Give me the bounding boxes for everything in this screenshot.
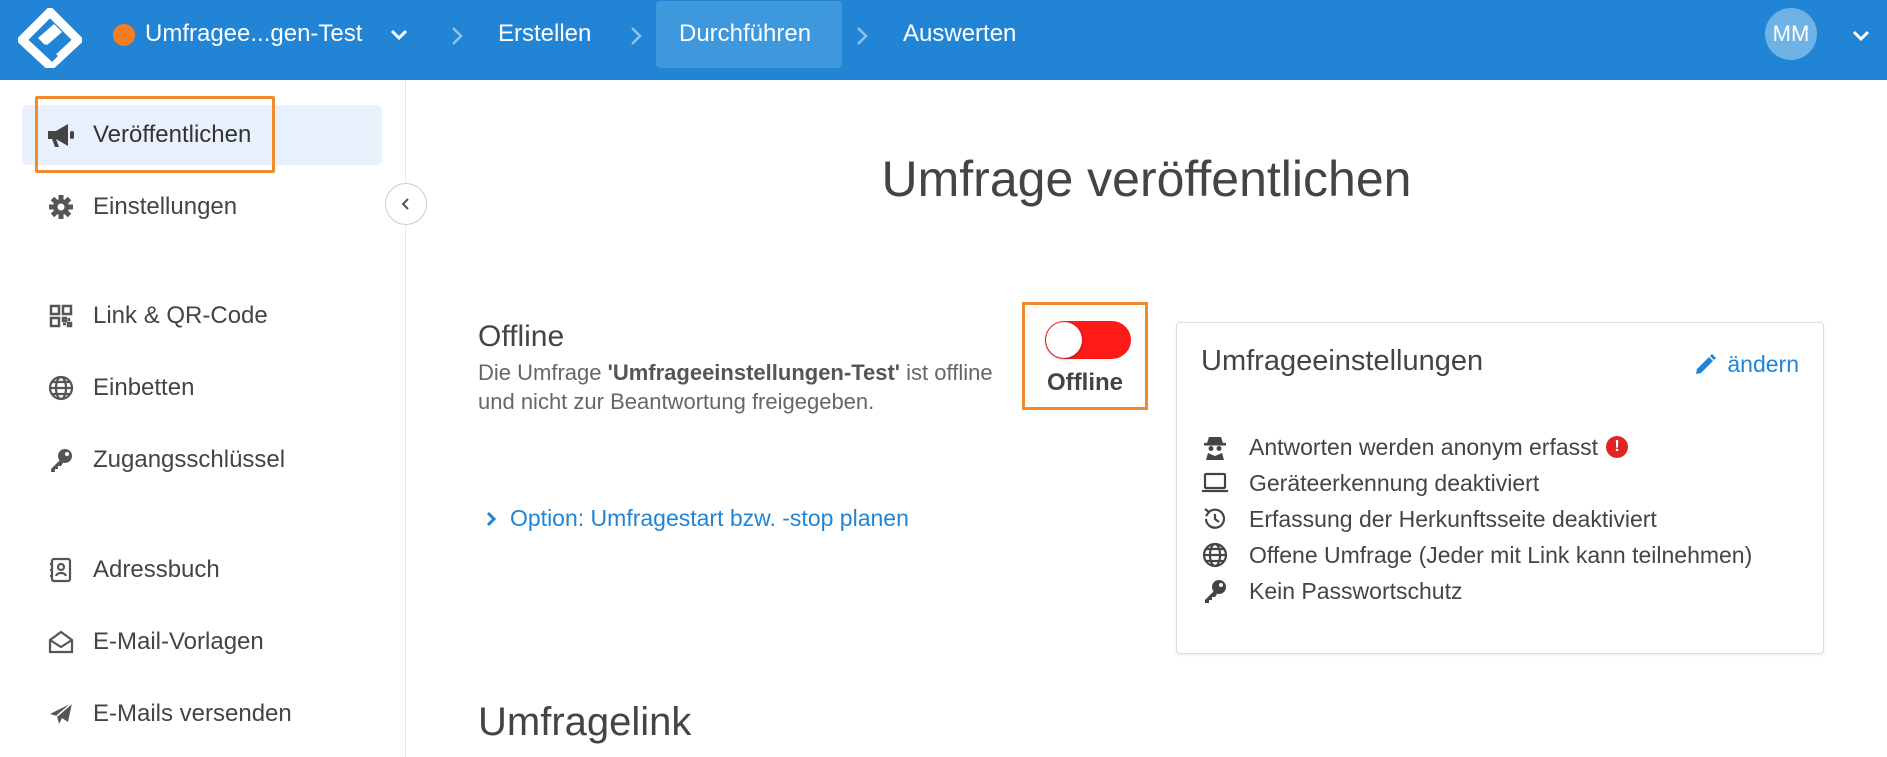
edit-label: ändern bbox=[1727, 351, 1799, 377]
sidebar-item-veroeffentlichen[interactable]: Veröffentlichen bbox=[22, 105, 382, 165]
sidebar-item-label: Einstellungen bbox=[93, 193, 238, 220]
section-title-umfragelink: Umfragelink bbox=[478, 700, 692, 744]
status-desc-prefix: Die Umfrage bbox=[478, 360, 608, 385]
sidebar-item-einbetten[interactable]: Einbetten bbox=[22, 358, 382, 418]
breadcrumb-durchfuehren[interactable]: Durchführen bbox=[679, 20, 811, 48]
sidebar: Veröffentlichen Einstellungen Link & QR-… bbox=[0, 80, 406, 757]
option-link-label: Option: Umfragestart bzw. -stop planen bbox=[510, 505, 909, 531]
sidebar-item-emails-versenden[interactable]: E-Mails versenden bbox=[22, 684, 382, 744]
chevron-right-icon bbox=[486, 511, 497, 526]
setting-text: Geräteerkennung deaktiviert bbox=[1249, 469, 1540, 496]
survey-name[interactable]: Umfragee...gen-Test bbox=[145, 20, 362, 48]
setting-item: Offene Umfrage (Jeder mit Link kann teil… bbox=[1201, 539, 1752, 571]
envelope-open-icon bbox=[44, 625, 78, 659]
setting-text: Kein Passwortschutz bbox=[1249, 577, 1463, 604]
sidebar-item-adressbuch[interactable]: Adressbuch bbox=[22, 540, 382, 600]
spy-icon bbox=[1201, 433, 1229, 461]
paper-plane-icon bbox=[44, 697, 78, 731]
address-book-icon bbox=[44, 553, 78, 587]
setting-item: Kein Passwortschutz bbox=[1201, 575, 1462, 607]
survey-status-dot bbox=[113, 24, 135, 46]
sidebar-item-email-vorlagen[interactable]: E-Mail-Vorlagen bbox=[22, 612, 382, 672]
toggle-label: Offline bbox=[1047, 369, 1123, 396]
status-description: Die Umfrage 'Umfrageeinstellungen-Test' … bbox=[478, 358, 998, 416]
setting-text: Erfassung der Herkunftsseite deaktiviert bbox=[1249, 505, 1657, 532]
card-title: Umfrageeinstellungen bbox=[1201, 345, 1484, 377]
chevron-down-icon[interactable] bbox=[388, 24, 410, 46]
history-icon bbox=[1201, 505, 1229, 533]
breadcrumb-auswerten[interactable]: Auswerten bbox=[903, 20, 1016, 48]
key-icon bbox=[1201, 577, 1229, 605]
survey-settings-card: Umfrageeinstellungen ändern Antworten we… bbox=[1176, 322, 1824, 654]
edit-settings-link[interactable]: ändern bbox=[1693, 351, 1799, 378]
sidebar-item-zugangsschluessel[interactable]: Zugangsschlüssel bbox=[22, 430, 382, 490]
option-schedule-link[interactable]: Option: Umfragestart bzw. -stop planen bbox=[484, 505, 909, 532]
warning-icon[interactable]: ! bbox=[1606, 436, 1629, 458]
sidebar-item-link-qr-code[interactable]: Link & QR-Code bbox=[22, 286, 382, 346]
sidebar-item-label: Einbetten bbox=[93, 374, 195, 401]
key-icon bbox=[44, 443, 78, 477]
app-logo-icon[interactable] bbox=[15, 5, 85, 73]
megaphone-icon bbox=[44, 118, 78, 152]
online-toggle-switch[interactable] bbox=[1045, 321, 1131, 359]
chevron-right-icon bbox=[851, 24, 873, 48]
chevron-right-icon bbox=[446, 24, 468, 48]
chevron-down-icon[interactable] bbox=[1850, 25, 1872, 47]
breadcrumb-erstellen[interactable]: Erstellen bbox=[498, 20, 591, 48]
setting-text: Antworten werden anonym erfasst bbox=[1249, 433, 1599, 460]
page-title: Umfrage veröffentlichen bbox=[881, 151, 1412, 207]
toggle-knob[interactable] bbox=[1046, 322, 1082, 358]
sidebar-item-label: Adressbuch bbox=[93, 556, 220, 583]
sidebar-item-label: Zugangsschlüssel bbox=[93, 446, 286, 473]
gear-icon bbox=[44, 190, 78, 224]
status-title: Offline bbox=[478, 320, 565, 353]
status-desc-survey-name: 'Umfrageeinstellungen-Test' bbox=[607, 360, 901, 385]
globe-icon bbox=[44, 371, 78, 405]
setting-item: Geräteerkennung deaktiviert bbox=[1201, 467, 1539, 499]
top-navigation-bar: Umfragee...gen-Test Erstellen Durchführe… bbox=[0, 0, 1887, 80]
setting-item: Erfassung der Herkunftsseite deaktiviert bbox=[1201, 503, 1657, 535]
sidebar-item-einstellungen[interactable]: Einstellungen bbox=[22, 177, 382, 237]
user-avatar[interactable]: MM bbox=[1765, 8, 1817, 60]
sidebar-item-label: Link & QR-Code bbox=[93, 302, 268, 329]
sidebar-item-label: Veröffentlichen bbox=[93, 121, 252, 148]
sidebar-item-label: E-Mails versenden bbox=[93, 700, 292, 727]
globe-icon bbox=[1201, 541, 1229, 569]
setting-item: Antworten werden anonym erfasst ! bbox=[1201, 431, 1629, 463]
laptop-icon bbox=[1201, 469, 1229, 497]
online-toggle-frame: Offline bbox=[1022, 302, 1148, 410]
pencil-icon bbox=[1696, 353, 1717, 374]
sidebar-item-label: E-Mail-Vorlagen bbox=[93, 628, 264, 655]
qr-code-icon bbox=[44, 299, 78, 333]
chevron-right-icon bbox=[625, 24, 647, 48]
setting-text: Offene Umfrage (Jeder mit Link kann teil… bbox=[1249, 541, 1753, 568]
